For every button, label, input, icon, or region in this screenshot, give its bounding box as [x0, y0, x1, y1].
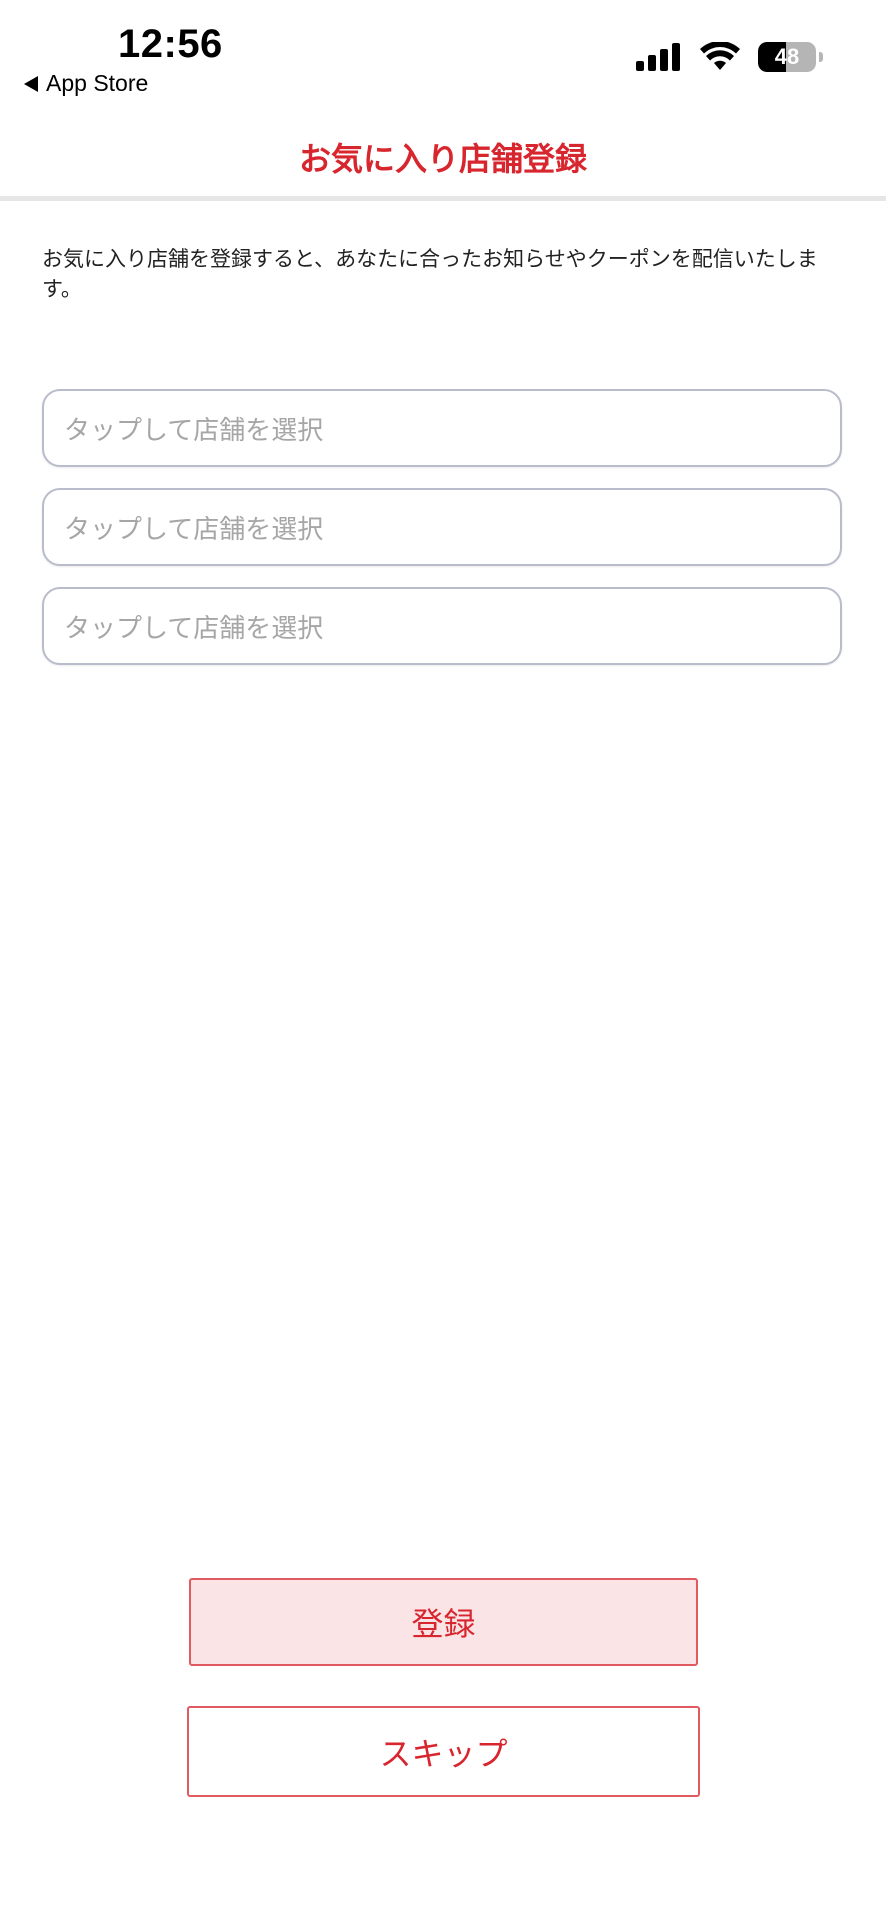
store-select-field-3[interactable]: タップして店舗を選択: [42, 587, 842, 665]
status-bar: 12:56 App Store 48: [0, 0, 886, 110]
wifi-icon: [700, 42, 740, 70]
store-select-field-1[interactable]: タップして店舗を選択: [42, 389, 842, 467]
back-link-label: App Store: [46, 70, 149, 96]
navigation-header: お気に入り店舗登録: [0, 118, 886, 201]
page-title: お気に入り店舗登録: [298, 140, 587, 178]
status-indicators: 48: [636, 42, 823, 72]
battery-icon: 48: [758, 42, 823, 72]
register-button[interactable]: 登録: [189, 1578, 698, 1666]
back-arrow-icon: [24, 75, 38, 92]
status-time: 12:56: [118, 22, 223, 66]
skip-button[interactable]: スキップ: [187, 1706, 700, 1797]
back-to-app-store-link[interactable]: App Store: [24, 70, 148, 97]
description-text: お気に入り店舗を登録すると、あなたに合ったお知らせやクーポンを配信いたします。: [42, 247, 818, 301]
cellular-signal-icon: [636, 43, 680, 71]
store-select-field-2[interactable]: タップして店舗を選択: [42, 488, 842, 566]
battery-percent: 48: [774, 44, 800, 69]
